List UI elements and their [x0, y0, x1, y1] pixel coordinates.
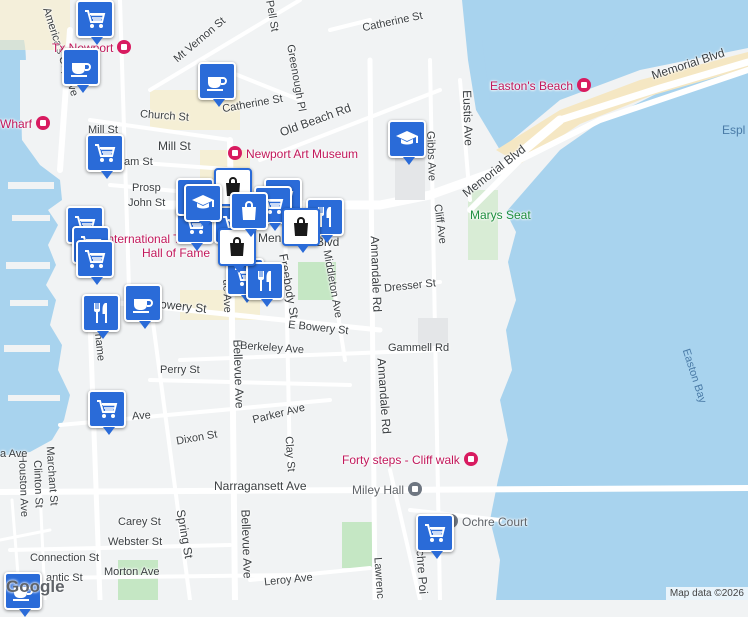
- poi-forty-steps[interactable]: Forty steps - Cliff walk: [342, 452, 478, 467]
- shopping-bag-icon: [237, 199, 261, 223]
- graduation-cap-icon: [395, 127, 419, 151]
- museum-icon: [117, 40, 132, 54]
- coffee-icon: [131, 291, 155, 315]
- poi-wharf[interactable]: Wharf: [0, 116, 51, 131]
- map-marker-shopping-cart[interactable]: [76, 0, 114, 45]
- shopping-cart-icon: [83, 7, 107, 31]
- coffee-icon: [205, 69, 229, 93]
- street-label: Morton Ave: [104, 566, 160, 578]
- street-label: Ave: [131, 409, 152, 423]
- map-marker-graduation-cap[interactable]: [388, 120, 426, 165]
- street-label: Prosp: [132, 182, 161, 194]
- street-label: Gammell Rd: [388, 342, 450, 354]
- map-marker-coffee[interactable]: [198, 62, 236, 107]
- street-label: chre Poi: [413, 549, 431, 595]
- street-label: Narragansett Ave: [214, 479, 307, 493]
- map-attribution[interactable]: Map data ©2026: [665, 587, 748, 600]
- poi-marys-seat[interactable]: Marys Seat: [470, 208, 531, 222]
- water-label-esplanade: Espl: [722, 123, 746, 137]
- shopping-bag-icon: [289, 215, 313, 239]
- museum-icon: [228, 146, 242, 160]
- street-label: Clay St: [282, 435, 297, 473]
- poi-miley-hall[interactable]: Miley Hall: [352, 482, 423, 497]
- poi-label: Newport Art Museum: [246, 147, 359, 161]
- street-label: Connection St: [30, 552, 100, 564]
- street-label: John St: [128, 197, 166, 209]
- poi-label: Ochre Court: [462, 515, 528, 529]
- street-label: Mill St: [158, 139, 191, 153]
- street-label: Perry St: [160, 364, 200, 376]
- museum-icon: [36, 116, 51, 130]
- poi-ochre-court[interactable]: Ochre Court: [444, 514, 527, 529]
- poi-label: Wharf: [0, 117, 33, 131]
- shopping-bag-icon: [225, 235, 249, 259]
- poi-label: Miley Hall: [352, 483, 405, 497]
- fork-knife-icon: [89, 301, 113, 325]
- poi-newport-art-museum[interactable]: Newport Art Museum: [228, 146, 358, 161]
- street-label: Bellevue Ave: [238, 509, 255, 579]
- street-label: Annandale Rd: [367, 235, 385, 313]
- street-label: Clinton St: [31, 459, 45, 509]
- map-marker-shopping-cart[interactable]: [86, 134, 124, 179]
- map-marker-shopping-cart[interactable]: [88, 390, 126, 435]
- map-marker-shopping-cart[interactable]: [416, 514, 454, 559]
- shopping-cart-icon: [93, 141, 117, 165]
- poi-label: Marys Seat: [470, 208, 531, 222]
- shopping-cart-icon: [95, 397, 119, 421]
- map-marker-coffee[interactable]: [62, 48, 100, 93]
- coffee-icon: [69, 55, 93, 79]
- graduation-cap-icon: [191, 191, 215, 215]
- shopping-cart-icon: [83, 247, 107, 271]
- museum-icon: [577, 78, 592, 92]
- street-label: Men: [258, 231, 282, 245]
- street-label: Carey St: [118, 516, 161, 528]
- map-marker-shopping-bag[interactable]: [230, 192, 268, 237]
- poi-label: Forty steps - Cliff walk: [342, 453, 460, 467]
- map-marker-coffee[interactable]: [124, 284, 162, 329]
- street-label: Gibbs Ave: [424, 130, 438, 182]
- map-canvas[interactable]: Catherine St Pell St Mt Vernon St Greeno…: [0, 0, 748, 617]
- google-logo: Google: [6, 577, 65, 596]
- school-icon: [408, 482, 423, 496]
- museum-icon: [463, 452, 478, 466]
- poi-eastons-beach[interactable]: Easton's Beach: [490, 78, 592, 93]
- street-label: Eustis Ave: [459, 89, 476, 147]
- street-label: a Ave: [0, 448, 28, 460]
- shopping-cart-icon: [423, 521, 447, 545]
- poi-label: Easton's Beach: [490, 79, 574, 93]
- map-marker-fork-knife[interactable]: [82, 294, 120, 339]
- map-marker-fork-knife[interactable]: [246, 262, 284, 307]
- map-marker-graduation-cap[interactable]: [184, 184, 222, 229]
- map-marker-shopping-cart[interactable]: [76, 240, 114, 285]
- fork-knife-icon: [253, 269, 277, 293]
- street-label: Houston Ave: [16, 454, 31, 518]
- street-label: Webster St: [108, 536, 163, 548]
- map-marker-shopping-bag[interactable]: [282, 208, 320, 253]
